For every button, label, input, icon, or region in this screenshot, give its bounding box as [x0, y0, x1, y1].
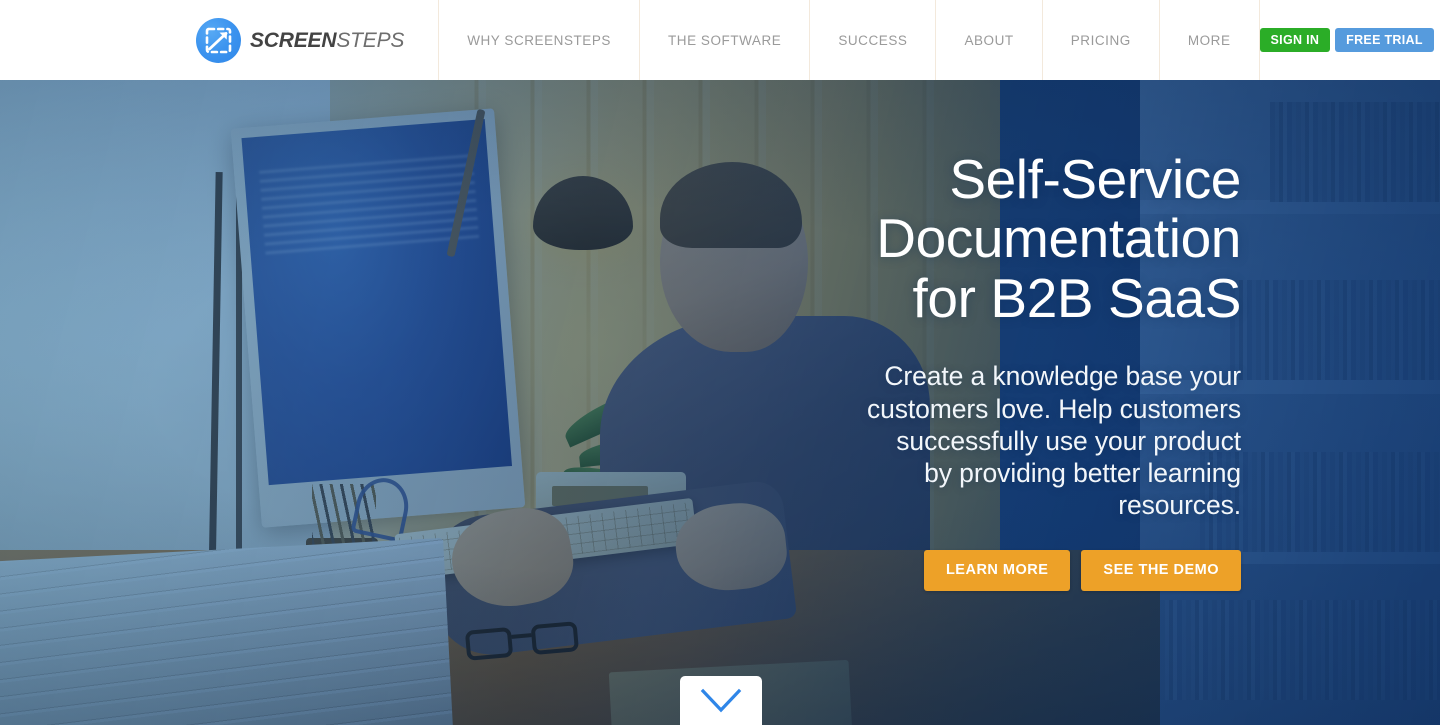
screensteps-arrow-icon [196, 17, 241, 63]
nav-item-more[interactable]: MORE [1158, 0, 1260, 80]
sign-in-button[interactable]: SIGN IN [1259, 28, 1331, 52]
site-header: SCREENSTEPS WHY SCREENSTEPS THE SOFTWARE… [0, 0, 1440, 80]
nav-item-the-software[interactable]: THE SOFTWARE [638, 0, 809, 80]
hero-section: Self-Service Documentation for B2B SaaS … [0, 80, 1440, 725]
hero-subtitle-line-5: resources. [1118, 490, 1241, 521]
hero-subtitle-line-3: successfully use your product [896, 425, 1241, 456]
free-trial-button[interactable]: FREE TRIAL [1335, 28, 1434, 52]
hero-title-line-2: Documentation [876, 207, 1241, 270]
hero-title-line-1: Self-Service [949, 148, 1241, 210]
hero-cta-group: LEARN MORE SEE THE DEMO [721, 549, 1241, 591]
header-actions: SIGN IN FREE TRIAL [1259, 28, 1434, 52]
hero-subtitle-line-1: Create a knowledge base your [884, 361, 1241, 392]
nav-item-pricing[interactable]: PRICING [1041, 0, 1159, 80]
logo-word-steps: STEPS [336, 28, 405, 52]
nav-item-why-screensteps[interactable]: WHY SCREENSTEPS [438, 0, 639, 80]
logo[interactable]: SCREENSTEPS [196, 0, 404, 80]
see-the-demo-button[interactable]: SEE THE DEMO [1081, 549, 1241, 591]
learn-more-button[interactable]: LEARN MORE [923, 549, 1071, 591]
logo-word-screen: SCREEN [250, 28, 337, 52]
nav-item-success[interactable]: SUCCESS [809, 0, 935, 80]
scroll-down-button[interactable] [680, 676, 762, 725]
main-navigation: WHY SCREENSTEPS THE SOFTWARE SUCCESS ABO… [438, 0, 1260, 80]
hero-title-line-3: for B2B SaaS [912, 266, 1242, 329]
nav-item-about[interactable]: ABOUT [935, 0, 1041, 80]
hero-content: Self-Service Documentation for B2B SaaS … [721, 80, 1241, 725]
hero-subtitle: Create a knowledge base your customers l… [721, 360, 1241, 522]
chevron-down-icon [700, 688, 742, 712]
hero-title: Self-Service Documentation for B2B SaaS [721, 148, 1242, 329]
hero-subtitle-line-4: by providing better learning [924, 458, 1241, 489]
hero-subtitle-line-2: customers love. Help customers [866, 393, 1241, 424]
logo-wordmark: SCREENSTEPS [250, 30, 404, 51]
